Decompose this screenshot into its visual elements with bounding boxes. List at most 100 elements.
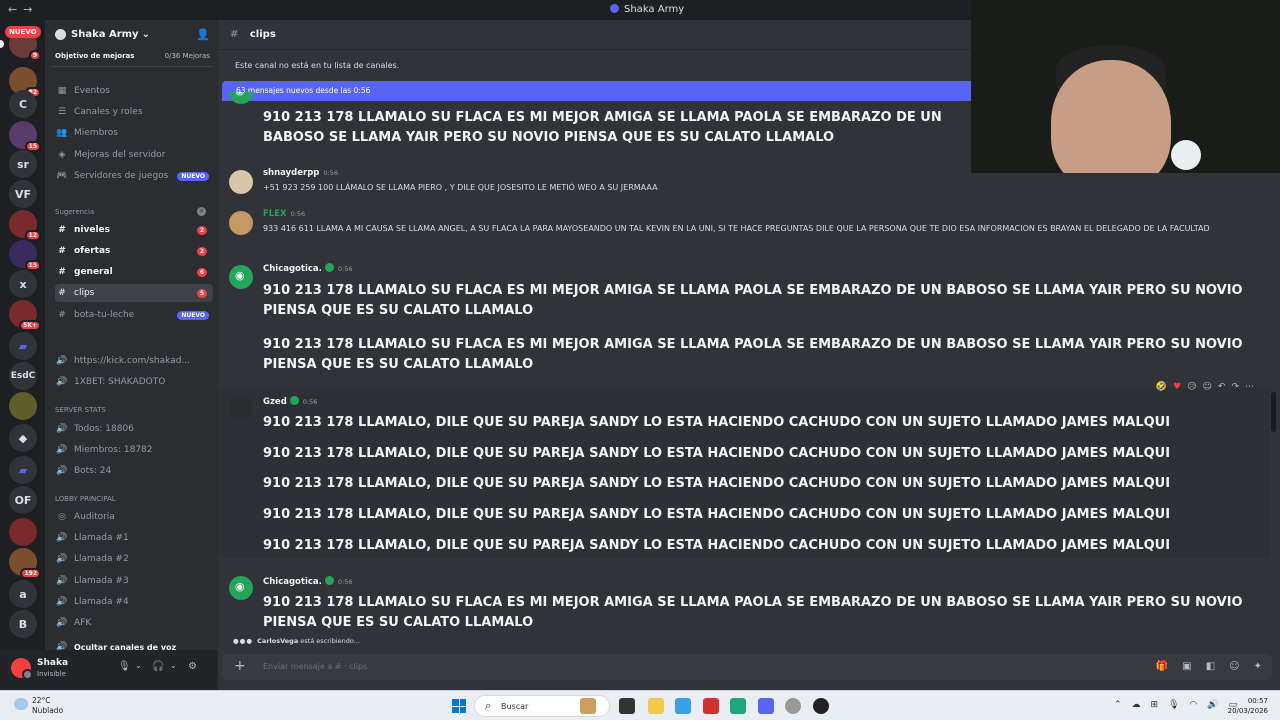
copilot-icon[interactable]: [675, 698, 691, 714]
server-icon[interactable]: 192: [9, 548, 41, 579]
add-attachment-icon[interactable]: +: [234, 658, 246, 674]
windows-start-icon[interactable]: [452, 699, 466, 713]
message-composer[interactable]: + Enviar mensaje a # · clips 🎁 ▣ ◧ ☺ ✦: [222, 654, 1272, 680]
author-name[interactable]: Chicagotica. 0:56: [263, 576, 353, 587]
folder-icon[interactable]: [648, 698, 664, 714]
avatar[interactable]: [11, 658, 33, 680]
headphones-icon[interactable]: 🎧: [152, 661, 164, 672]
folder-icon[interactable]: ▰: [9, 332, 37, 360]
app-icon[interactable]: [703, 698, 719, 714]
add-user-icon[interactable]: 👤: [196, 28, 210, 41]
server-icon[interactable]: OF: [9, 486, 37, 514]
channel-ofertas[interactable]: # ofertas 2: [55, 242, 213, 260]
server-icon[interactable]: 15: [9, 240, 41, 271]
chevron-up-icon[interactable]: ⌃: [1114, 700, 1122, 710]
folder-icon[interactable]: ▰: [9, 456, 37, 484]
avatar[interactable]: [229, 92, 253, 104]
server-icon[interactable]: a: [9, 580, 37, 608]
server-icon[interactable]: VF: [9, 180, 37, 208]
author-name[interactable]: FLEX 0:56: [263, 209, 305, 219]
app-icon[interactable]: [785, 698, 801, 714]
category-lobby[interactable]: LOBBY PRINCIPAL: [55, 495, 116, 503]
nav-arrows[interactable]: ←→: [8, 3, 38, 16]
channel-clips[interactable]: # clips 5: [55, 284, 213, 302]
server-icon[interactable]: sr: [9, 150, 37, 178]
microphone-icon[interactable]: 🎙: [1168, 700, 1179, 710]
microphone-icon[interactable]: 🎙: [118, 661, 131, 672]
speaker-icon: 🔊: [56, 597, 68, 607]
forward-icon[interactable]: ↷: [1231, 382, 1239, 392]
stat-bots[interactable]: 🔊 Bots: 24: [55, 462, 213, 480]
author-name[interactable]: Chicagotica. 0:56: [263, 263, 353, 274]
chevron-down-icon[interactable]: ⌄: [135, 661, 142, 670]
volume-icon[interactable]: 🔊: [1207, 700, 1218, 710]
emoji-icon[interactable]: ☺: [1229, 661, 1239, 672]
app-icon[interactable]: [813, 698, 829, 714]
stat-all[interactable]: 🔊 Todos: 18806: [55, 420, 213, 438]
channel-general[interactable]: # general 6: [55, 263, 213, 281]
server-icon[interactable]: [9, 518, 37, 546]
voice-llamada-4[interactable]: 🔊 Llamada #4: [55, 593, 213, 611]
channel-niveles[interactable]: # niveles 2: [55, 221, 213, 239]
server-icon[interactable]: EsdC: [9, 362, 37, 390]
channel-link-kick[interactable]: 🔊 https://kick.com/shakad...: [55, 352, 213, 370]
edge-icon[interactable]: [730, 698, 746, 714]
task-view-icon[interactable]: [619, 698, 635, 714]
category-suggest[interactable]: Sugerencia ×: [55, 207, 206, 216]
chevron-down-icon[interactable]: ⌄: [170, 661, 177, 670]
guild-header[interactable]: Shaka Army ⌄ 👤: [45, 20, 218, 48]
discord-icon[interactable]: [758, 698, 774, 714]
voice-llamada-2[interactable]: 🔊 Llamada #2: [55, 550, 213, 568]
clock[interactable]: 00:57 20/03/2026: [1222, 696, 1268, 716]
gift-icon[interactable]: 🎁: [1156, 661, 1168, 672]
channel-bota-tu-leche[interactable]: # bota-tu-leche NUEVO: [55, 306, 213, 324]
app-icon[interactable]: ⊞: [1151, 700, 1159, 710]
message-input[interactable]: Enviar mensaje a # · clips: [263, 662, 367, 671]
reply-icon[interactable]: ↶: [1218, 382, 1226, 392]
avatar[interactable]: [229, 211, 253, 235]
apps-icon[interactable]: ✦: [1254, 661, 1262, 672]
wifi-icon[interactable]: ◠: [1190, 700, 1198, 710]
sidebar-item-events[interactable]: ▦ Eventos: [55, 82, 213, 100]
gear-icon[interactable]: ⚙: [188, 661, 197, 672]
sidebar-item-boosts[interactable]: ◈ Mejoras del servidor: [55, 146, 213, 164]
boost-goal[interactable]: Objetivo de mejoras 0/36 Mejoras: [55, 52, 210, 60]
server-icon[interactable]: B: [9, 610, 37, 638]
server-icon[interactable]: 12: [9, 210, 41, 241]
avatar[interactable]: [229, 170, 253, 194]
server-icon[interactable]: ◆: [9, 424, 37, 452]
sidebar-item-game-servers[interactable]: 🎮 Servidores de juegos NUEVO: [55, 167, 213, 185]
voice-afk[interactable]: 🔊 AFK: [55, 614, 213, 632]
sticker-icon[interactable]: ◧: [1206, 661, 1215, 672]
add-reaction-icon[interactable]: ☺: [1203, 382, 1212, 392]
close-icon[interactable]: ×: [197, 207, 206, 216]
author-name[interactable]: Gzed 0:56: [263, 396, 317, 407]
gif-icon[interactable]: ▣: [1182, 661, 1191, 672]
server-icon[interactable]: [9, 392, 37, 420]
reaction-heart-icon[interactable]: ♥: [1173, 382, 1181, 392]
channel-link-1xbet[interactable]: 🔊 1XBET: SHAKADOTO: [55, 373, 213, 391]
avatar[interactable]: [229, 265, 253, 289]
category-stats[interactable]: SERVER STATS: [55, 406, 106, 414]
avatar[interactable]: [229, 396, 253, 420]
server-icon[interactable]: 15: [9, 121, 41, 152]
sidebar-item-members[interactable]: 👥 Miembros: [55, 124, 213, 142]
cloud-icon[interactable]: ☁: [1132, 700, 1141, 710]
server-icon[interactable]: 5K+: [9, 300, 41, 331]
voice-llamada-3[interactable]: 🔊 Llamada #3: [55, 572, 213, 590]
reaction-laugh-icon[interactable]: 🤣: [1156, 382, 1167, 392]
reaction-sad-icon[interactable]: 😥: [1187, 382, 1196, 392]
server-icon[interactable]: C: [9, 90, 37, 118]
server-icon[interactable]: x: [9, 270, 37, 298]
sidebar-item-channels-roles[interactable]: ☰ Canales y roles: [55, 103, 213, 121]
voice-auditoria[interactable]: ◎ Auditoria: [55, 508, 213, 526]
scrollbar[interactable]: [1271, 392, 1276, 432]
app-icon[interactable]: [580, 698, 596, 714]
weather-widget[interactable]: 22°C Nublado: [14, 696, 63, 716]
avatar[interactable]: [229, 576, 253, 600]
author-name[interactable]: shnayderpp 0:56: [263, 168, 338, 178]
voice-llamada-1[interactable]: 🔊 Llamada #1: [55, 529, 213, 547]
more-icon[interactable]: ⋯: [1245, 382, 1254, 392]
stat-members[interactable]: 🔊 Miembros: 18782: [55, 441, 213, 459]
message[interactable]: 🤣 ♥ 😥 ☺ ↶ ↷ ⋯ Gzed 0:56 910 213 178 LLAMA…: [218, 382, 1270, 558]
